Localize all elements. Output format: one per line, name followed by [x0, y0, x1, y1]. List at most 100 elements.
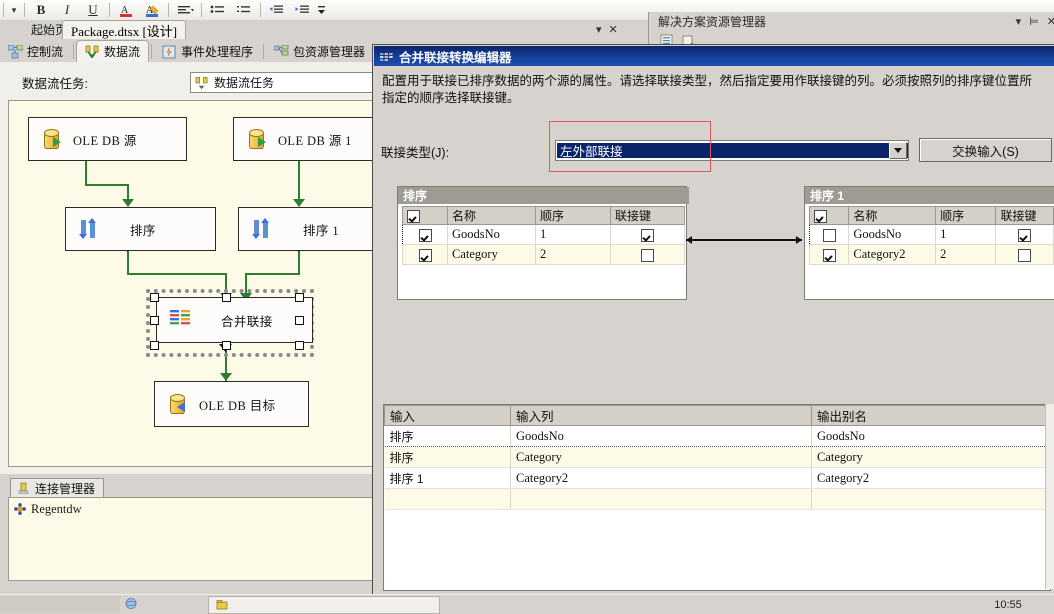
right-header-select-all[interactable] [808, 206, 850, 225]
left-row1-join-key-cell[interactable] [610, 244, 685, 265]
right-header-name: 名称 [848, 206, 937, 225]
right-input-grid[interactable]: 名称 顺序 联接键 GoodsNo 1 Category2 2 [808, 206, 1054, 265]
resize-handle-e[interactable] [295, 316, 304, 325]
tab-event-handlers[interactable]: 事件处理程序 [154, 41, 261, 62]
taskbar-window-button[interactable] [208, 596, 440, 614]
right-row1-checkbox-cell[interactable] [808, 244, 850, 265]
node-ole-db-source[interactable]: OLE DB 源 [28, 117, 187, 161]
left-row0-join-key-cell[interactable] [610, 224, 685, 245]
output-grid-scrollbar[interactable] [1045, 404, 1054, 589]
overflow-chevron-icon[interactable]: ▾ [7, 1, 21, 19]
left-header-sort-order: 顺序 [535, 206, 611, 225]
table-row[interactable]: 排序 1 Category2 Category2 [384, 467, 1050, 489]
tab-package-explorer[interactable]: 包资源管理器 [266, 41, 373, 62]
right-row0-join-key-cell[interactable] [995, 224, 1054, 245]
underline-button[interactable]: U [80, 1, 106, 19]
connector-arrow-icon [220, 373, 232, 381]
ie-icon[interactable] [124, 597, 138, 613]
tab-data-flow-label: 数据流 [104, 45, 141, 59]
tab-divider [263, 44, 265, 59]
resize-handle-ne[interactable] [295, 293, 304, 302]
resize-handle-sw[interactable] [150, 341, 159, 350]
table-row[interactable]: 排序 GoodsNo GoodsNo [384, 425, 1050, 447]
table-row[interactable]: GoodsNo 1 [402, 224, 685, 245]
panel-dropdown-icon[interactable]: ▾ [1016, 15, 1022, 28]
tab-control-flow[interactable]: 控制流 [0, 41, 71, 62]
resize-handle-s[interactable] [222, 341, 231, 350]
join-key-checkbox[interactable] [641, 228, 654, 242]
resize-handle-w[interactable] [150, 316, 159, 325]
table-row[interactable] [384, 488, 1050, 510]
tab-control-flow-label: 控制流 [27, 45, 64, 59]
node-merge-join-label: 合并联接 [221, 314, 273, 329]
join-key-checkbox[interactable] [641, 248, 654, 262]
right-row1-join-key-cell[interactable] [995, 244, 1054, 265]
row-select-checkbox[interactable] [822, 248, 836, 262]
tab-data-flow[interactable]: 数据流 [76, 40, 150, 63]
right-row0-checkbox-cell[interactable] [808, 224, 850, 245]
ole-db-source-icon [247, 128, 269, 150]
connection-managers-tab[interactable]: 连接管理器 [10, 478, 105, 497]
output-columns-grid[interactable]: 输入 输入列 输出别名 排序 GoodsNo GoodsNo 排序 Catego… [383, 404, 1051, 591]
highlight-button[interactable]: A [139, 1, 165, 19]
right-row1-name: Category2 [848, 244, 937, 265]
node-sort-1[interactable]: 排序 1 [238, 207, 389, 251]
table-row[interactable]: Category2 2 [808, 244, 1054, 265]
panel-close-icon[interactable]: ✕ [1047, 15, 1054, 28]
table-row[interactable]: Category 2 [402, 244, 685, 265]
panel-pin-icon[interactable]: ⊨ [1029, 15, 1039, 28]
chevron-down-icon[interactable] [889, 142, 907, 159]
resize-handle-se[interactable] [295, 341, 304, 350]
right-row0-sort-order: 1 [935, 224, 997, 245]
node-ole-db-destination[interactable]: OLE DB 目标 [154, 381, 309, 427]
font-color-button[interactable]: A [113, 1, 139, 19]
toolbar-overflow-button[interactable] [316, 1, 326, 19]
left-row1-checkbox-cell[interactable] [402, 244, 448, 265]
taskbar-clock: 10:55 [994, 598, 1022, 611]
swap-inputs-button[interactable]: 交换输入(S) [919, 138, 1052, 162]
node-sort[interactable]: 排序 [65, 207, 216, 251]
row-select-checkbox[interactable] [418, 248, 432, 262]
left-row0-sort-order: 1 [535, 224, 611, 245]
tab-list-dropdown-icon[interactable]: ▾ [596, 23, 602, 36]
output-row2-input-column: Category2 [510, 467, 812, 489]
input-link-connector [686, 236, 802, 244]
ole-db-source-icon [42, 128, 64, 150]
output-row1-input-column: Category [510, 446, 812, 468]
join-key-checkbox[interactable] [1018, 228, 1032, 242]
decrease-indent-button[interactable] [264, 1, 290, 19]
dialog-description: 配置用于联接已排序数据的两个源的属性。请选择联接类型，然后指定要用作联接键的列。… [382, 74, 1033, 105]
taskbar-start-area[interactable] [0, 596, 120, 613]
resize-handle-nw[interactable] [150, 293, 159, 302]
resize-handle-n[interactable] [222, 293, 231, 302]
align-button[interactable] [172, 1, 198, 19]
link-arrow-right-icon [796, 236, 802, 244]
increase-indent-button[interactable] [290, 1, 316, 19]
join-key-checkbox[interactable] [1018, 248, 1032, 262]
node-merge-join[interactable]: 合并联接 [156, 297, 313, 343]
document-tab-package[interactable]: Package.dtsx [设计] [62, 20, 187, 39]
row-select-checkbox[interactable] [822, 228, 836, 242]
table-row[interactable]: 排序 Category Category [384, 446, 1050, 468]
sort-icon [252, 218, 272, 240]
left-input-grid[interactable]: 名称 顺序 联接键 GoodsNo 1 Category 2 [402, 206, 685, 265]
select-all-checkbox[interactable] [814, 209, 827, 223]
merge-join-icon [170, 309, 200, 331]
connection-managers-tab-label: 连接管理器 [35, 481, 96, 496]
bullet-list-button[interactable] [205, 1, 231, 19]
table-row[interactable]: GoodsNo 1 [808, 224, 1054, 245]
left-header-select-all[interactable] [402, 206, 448, 225]
left-row0-checkbox-cell[interactable] [402, 224, 448, 245]
select-all-checkbox[interactable] [407, 209, 420, 223]
node-ole-db-source-1[interactable]: OLE DB 源 1 [233, 117, 392, 161]
output-row1-input: 排序 [384, 446, 511, 468]
event-handlers-icon [162, 45, 176, 58]
package-explorer-icon [274, 44, 289, 55]
row-select-checkbox[interactable] [418, 228, 432, 242]
numbered-list-button[interactable] [231, 1, 257, 19]
connection-manager-item-regentdw[interactable]: Regentdw [14, 502, 82, 517]
italic-button[interactable]: I [54, 1, 80, 19]
bold-button[interactable]: B [28, 1, 54, 19]
output-row2-input: 排序 1 [384, 467, 511, 489]
close-document-icon[interactable]: ✕ [609, 23, 618, 36]
